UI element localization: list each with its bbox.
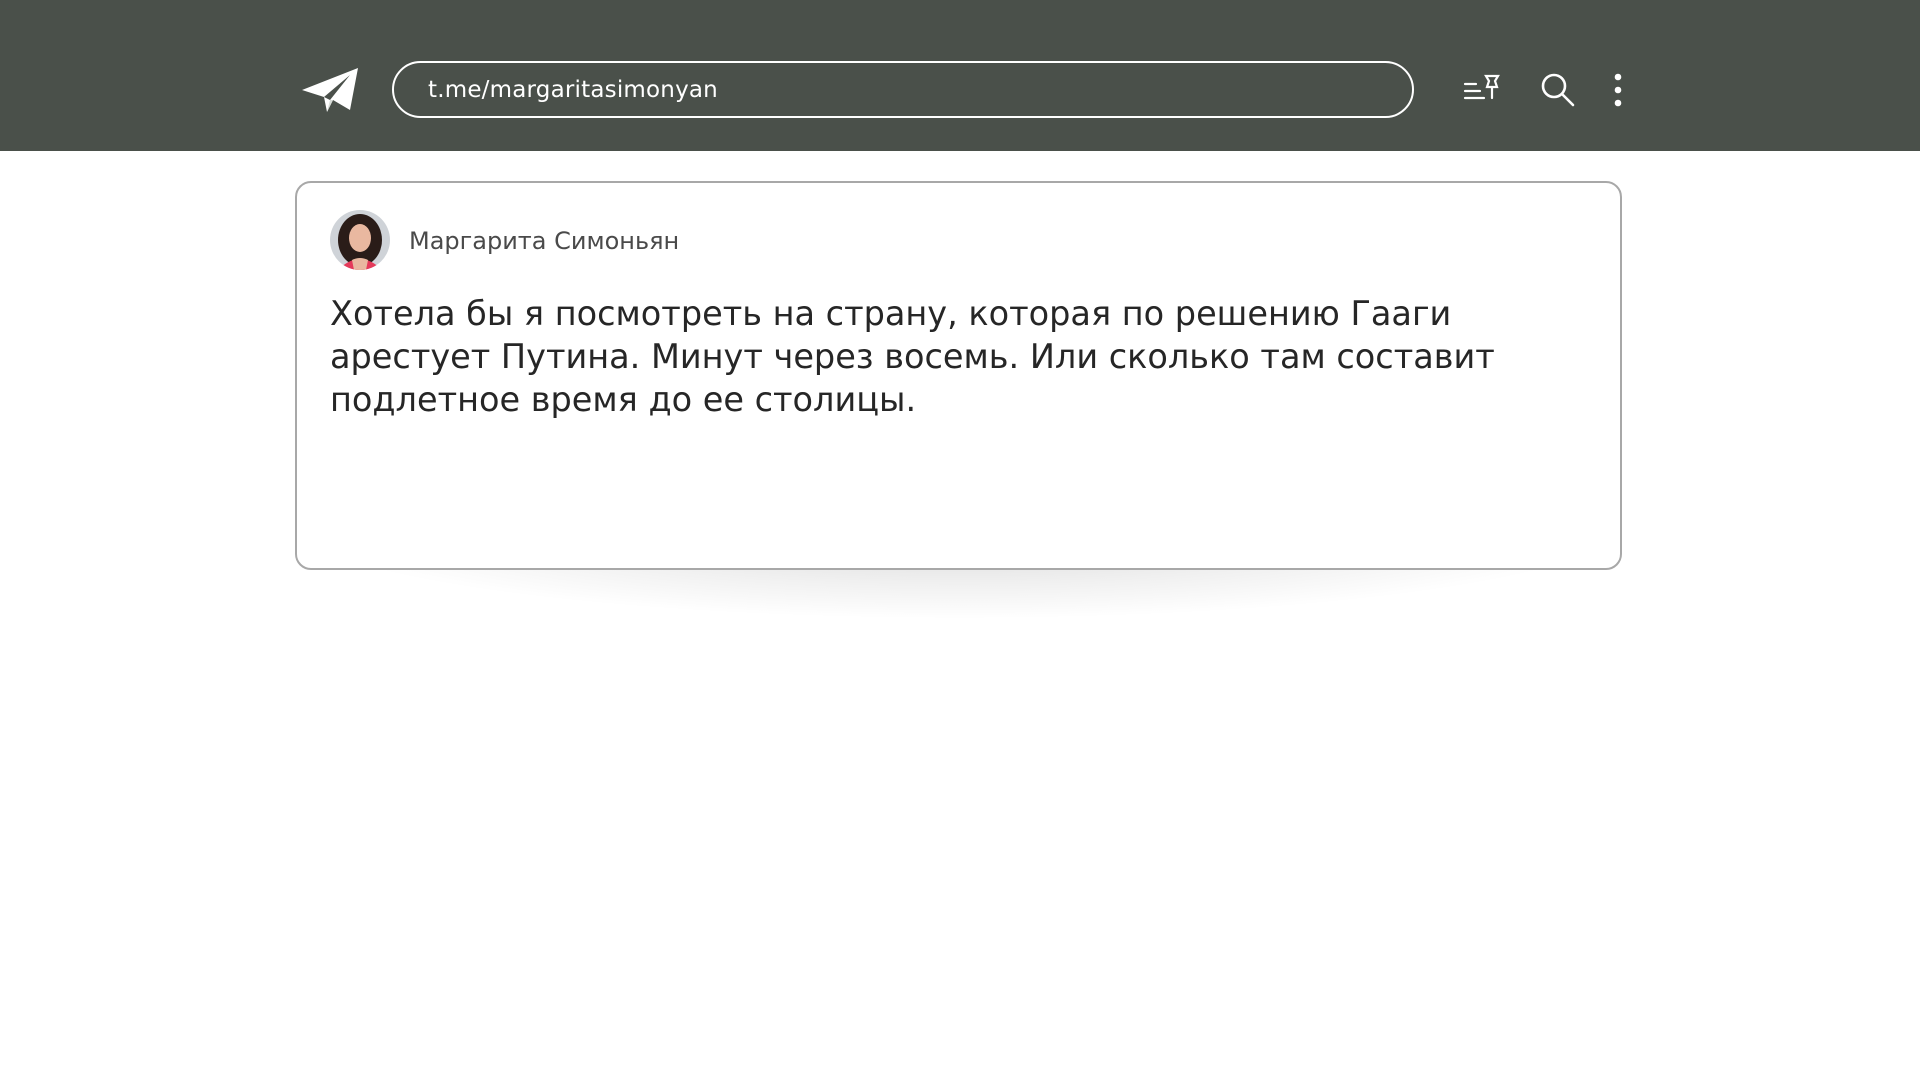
author-name[interactable]: Маргарита Симоньян: [409, 227, 679, 255]
url-field[interactable]: t.me/margaritasimonyan: [392, 61, 1414, 118]
search-icon[interactable]: [1534, 66, 1582, 114]
post-card: Маргарита Симоньян Хотела бы я посмотрет…: [295, 181, 1622, 570]
more-vertical-icon[interactable]: [1600, 66, 1636, 114]
post-text: Хотела бы я посмотреть на страну, котора…: [330, 294, 1495, 419]
author-avatar[interactable]: [330, 210, 390, 270]
telegram-logo-icon[interactable]: [300, 66, 360, 116]
top-bar: t.me/margaritasimonyan: [0, 0, 1920, 151]
url-text: t.me/margaritasimonyan: [428, 76, 718, 103]
pinned-list-icon[interactable]: [1460, 66, 1508, 114]
